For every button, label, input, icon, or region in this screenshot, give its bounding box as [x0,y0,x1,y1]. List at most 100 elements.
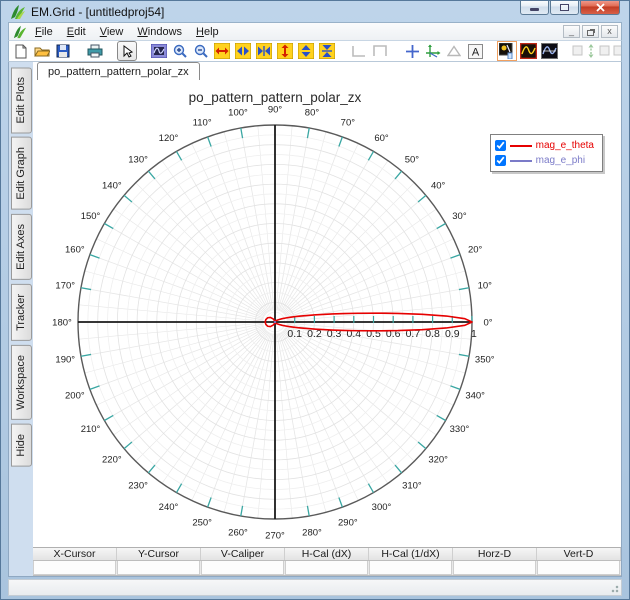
mdi-close-button[interactable]: x [601,25,618,38]
open-folder-icon [34,47,50,57]
add-marker-button[interactable] [402,41,422,61]
new-document-button[interactable] [11,41,31,61]
plot-area[interactable]: po_pattern_pattern_polar_zx 0.1 0.2 0.3 0.4 0… [33,80,621,547]
mdi-window-controls: _ x [563,25,618,38]
document-tab-bar: po_pattern_pattern_polar_zx [33,62,621,80]
h-align-button [612,41,621,61]
save-button[interactable] [53,41,73,61]
sidebar-tab-strip: Edit Plots Edit Graph Edit Axes Tracker Work… [9,62,33,576]
fit-view-button[interactable] [149,41,169,61]
angle-label: 100° [228,108,248,119]
cursor-col-y-cursor: Y-Cursor [117,548,201,560]
menu-view[interactable]: View [93,24,131,40]
angle-label: 200° [65,390,85,401]
legend-item-mag_e_phi: mag_e_phi [494,153,594,168]
angle-label: 60° [374,133,389,144]
close-button[interactable] [580,1,620,15]
colormap-button[interactable] [497,41,517,61]
corner-tool-icon [352,46,365,57]
angle-label: 110° [193,117,212,128]
sidebar-tab-workspace[interactable]: Workspace [11,344,32,420]
open-button[interactable] [32,41,52,61]
angle-label: 240° [159,502,179,513]
angle-label: 40° [431,181,446,192]
pan-x-icon [235,43,251,59]
legend-checkbox-mag_e_theta[interactable] [494,140,506,151]
expand-x-button[interactable] [212,41,232,61]
sidebar-tab-edit-plots[interactable]: Edit Plots [11,67,32,134]
plus-marker-icon [405,44,419,58]
h-align-icon [613,45,621,56]
menu-windows[interactable]: Windows [130,24,189,40]
menu-bar-items: File Edit View Windows Help [28,24,226,40]
curve-style-icon [519,43,537,59]
cursor-table-values [33,561,621,576]
curve-style-button[interactable] [518,41,538,61]
legend-item-mag_e_theta: mag_e_theta [494,138,594,153]
triangle-tool-button [444,41,464,61]
legend-swatch-mag_e_phi [509,159,532,162]
angle-label: 210° [81,424,101,435]
print-icon [87,44,103,58]
text-label-button[interactable]: A [465,41,485,61]
shrink-y-button[interactable] [317,41,337,61]
maximize-button[interactable] [550,1,579,15]
cursor-value-cell [33,561,116,575]
sidebar-tab-edit-graph[interactable]: Edit Graph [11,137,32,211]
expand-y-button[interactable] [275,41,295,61]
cursor-value-cell [285,561,368,575]
axes-tool-button[interactable] [423,41,443,61]
menu-file[interactable]: File [28,24,60,40]
cursor-table-headers: X-Cursor Y-Cursor V-Caliper H-Cal (dX) H-Cal… [33,548,621,561]
cursor-value-cell [537,561,620,575]
zoom-out-icon [194,44,208,58]
legend-swatch-mag_e_theta [509,144,532,147]
sidebar-tab-tracker[interactable]: Tracker [11,283,32,341]
mdi-restore-button[interactable] [582,25,599,38]
fit-view-icon [151,44,167,58]
zoom-out-button[interactable] [191,41,211,61]
sidebar-tab-hide[interactable]: Hide [11,423,32,467]
box-tool-icon [373,45,387,56]
cursor-value-cell [453,561,536,575]
shrink-x-button[interactable] [254,41,274,61]
colormap-icon [499,43,513,59]
angle-label: 140° [102,181,122,192]
v-align-icon [572,44,610,58]
close-icon [595,2,605,12]
minimize-button[interactable] [520,1,549,15]
angle-label: 340° [465,390,485,401]
cursor-col-horz-d: Horz-D [453,548,537,560]
title-bar[interactable]: EM.Grid - [untitledproj54] [8,1,622,22]
new-document-icon [15,44,27,58]
pan-x-button[interactable] [233,41,253,61]
mdi-minimize-button[interactable]: _ [563,25,580,38]
waveform-button[interactable] [539,41,559,61]
toolbar: A [8,40,622,62]
menu-help[interactable]: Help [189,24,226,40]
maximize-icon [560,3,569,11]
angle-label: 220° [102,454,122,465]
sidebar-tab-edit-axes[interactable]: Edit Axes [11,214,32,280]
angle-label: 230° [128,481,148,492]
radial-label: 0.5 [366,328,381,340]
angle-label: 170° [55,281,75,292]
legend-checkbox-mag_e_phi[interactable] [494,155,506,166]
cursor-col-v-caliper: V-Caliper [201,548,285,560]
box-tool-button [370,41,390,61]
tab-po-pattern-pattern-polar-zx[interactable]: po_pattern_pattern_polar_zx [37,62,200,80]
window-title: EM.Grid - [untitledproj54] [31,4,165,19]
zoom-in-button[interactable] [170,41,190,61]
legend-label-mag_e_theta: mag_e_theta [535,140,594,151]
pan-y-button[interactable] [296,41,316,61]
menu-edit[interactable]: Edit [60,24,93,40]
waveform-icon [540,43,558,59]
angle-label: 280° [302,527,322,538]
print-button[interactable] [85,41,105,61]
shrink-x-icon [256,43,272,59]
save-floppy-icon [56,44,70,58]
resize-grip[interactable] [609,583,619,593]
pointer-tool-button[interactable] [117,41,137,61]
angle-label: 80° [305,108,320,119]
angle-label: 260° [228,527,248,538]
